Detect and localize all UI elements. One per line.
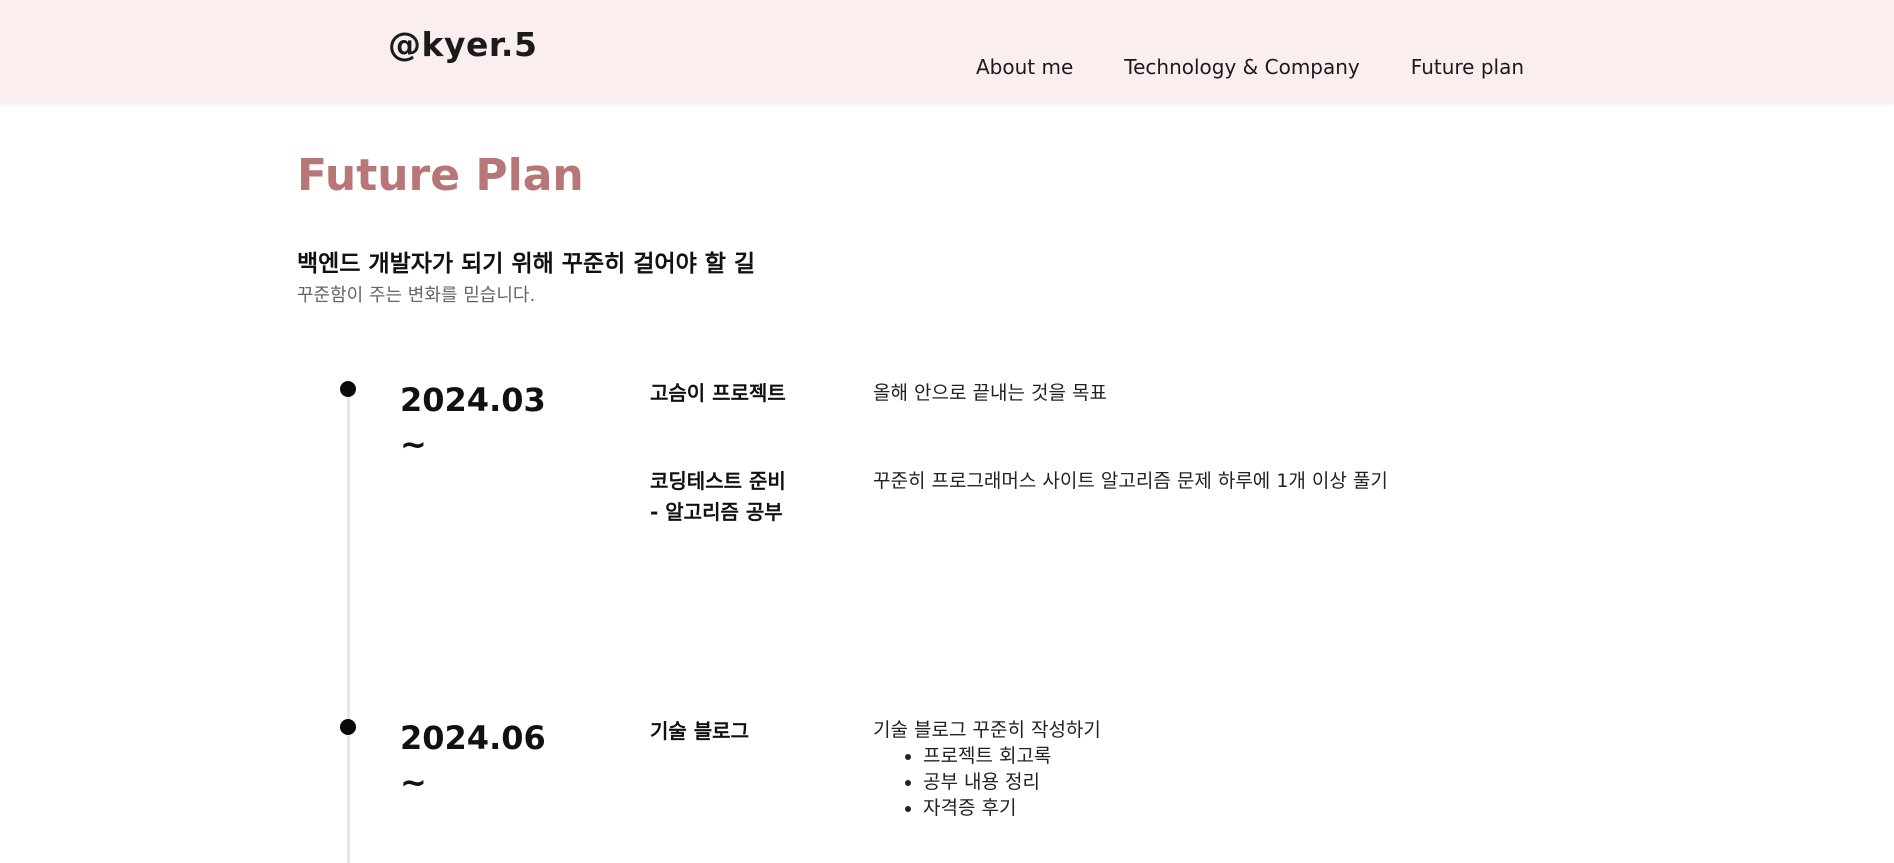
plan-item-desc-text: 기술 블로그 꾸준히 작성하기 [873, 719, 1101, 741]
plan-item-desc: 올해 안으로 끝내는 것을 목표 [873, 382, 1107, 404]
bullet-item: 공부 내용 정리 [923, 769, 1101, 795]
plan-item-title-line: 코딩테스트 준비 [650, 469, 786, 493]
plan-item-title: 고슴이 프로젝트 [650, 381, 786, 405]
nav-future-plan[interactable]: Future plan [1411, 55, 1524, 79]
section-subtitle: 백엔드 개발자가 되기 위해 꾸준히 걸어야 할 길 [297, 251, 756, 277]
site-header: @kyer.5 About me Technology & Company Fu… [0, 0, 1894, 103]
date-range-tilde: ~ [400, 425, 427, 463]
date-text: 2024.03 [400, 381, 546, 419]
date-range-tilde: ~ [400, 763, 427, 801]
plan-item-bullets: 프로젝트 회고록 공부 내용 정리 자격증 후기 [873, 743, 1101, 821]
timeline-line [347, 388, 350, 863]
timeline-dot [340, 381, 356, 397]
page-title: Future Plan [297, 150, 584, 201]
bullet-item: 프로젝트 회고록 [923, 743, 1101, 769]
bullet-item: 자격증 후기 [923, 795, 1101, 821]
plan-item-title: 기술 블로그 [650, 719, 749, 743]
brand-logo[interactable]: @kyer.5 [388, 25, 537, 64]
timeline-dot [340, 719, 356, 735]
main-nav: About me Technology & Company Future pla… [976, 55, 1575, 79]
section-tagline: 꾸준함이 주는 변화를 믿습니다. [297, 285, 536, 306]
timeline-date: 2024.06 ~ [400, 716, 546, 804]
nav-technology-company[interactable]: Technology & Company [1124, 55, 1360, 79]
plan-item-desc: 기술 블로그 꾸준히 작성하기 프로젝트 회고록 공부 내용 정리 자격증 후기 [873, 717, 1101, 821]
nav-about-me[interactable]: About me [976, 55, 1073, 79]
date-text: 2024.06 [400, 719, 546, 757]
plan-item-title: 코딩테스트 준비 - 알고리즘 공부 [650, 466, 786, 528]
timeline-date: 2024.03 ~ [400, 378, 546, 466]
plan-item-desc: 꾸준히 프로그래머스 사이트 알고리즘 문제 하루에 1개 이상 풀기 [873, 470, 1388, 492]
plan-item-title-line: - 알고리즘 공부 [650, 500, 783, 524]
